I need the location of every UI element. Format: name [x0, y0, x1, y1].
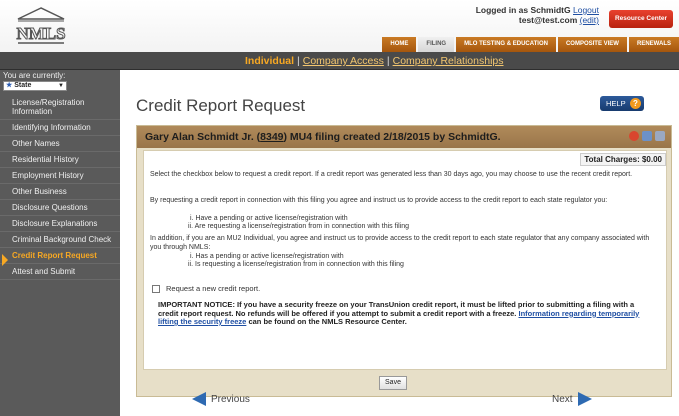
chevron-down-icon: ▼ [58, 83, 64, 89]
subnav-company-relationships[interactable]: Company Relationships [393, 55, 504, 67]
sidebar-item-other-names[interactable]: Other Names [0, 136, 120, 152]
sidebar-item-criminal-background-check[interactable]: Criminal Background Check [0, 232, 120, 248]
subnav-individual[interactable]: Individual [245, 55, 294, 67]
arrow-right-icon [577, 392, 592, 406]
panel-title: Gary Alan Schmidt Jr. (8349) MU4 filing … [145, 131, 501, 143]
agreement-paragraph: By requesting a credit report in connect… [150, 197, 608, 204]
subnav-separator: | [297, 55, 300, 67]
subnav-separator: | [386, 55, 390, 67]
sidebar-item-disclosure-explanations[interactable]: Disclosure Explanations [0, 216, 120, 232]
logged-in-text: Logged in as SchmidtG [475, 5, 571, 15]
credit-report-form: Total Charges: $0.00 Select the checkbox… [143, 150, 667, 370]
next-button[interactable]: Next [552, 392, 592, 406]
top-nav: HOME FILING MLO TESTING & EDUCATION COMP… [382, 37, 679, 52]
tab-mlo-testing[interactable]: MLO TESTING & EDUCATION [456, 37, 556, 52]
you-are-currently-label: You are currently: [3, 71, 66, 80]
panel-title-suffix: ) MU4 filing created 2/18/2015 by Schmid… [283, 131, 501, 143]
total-charges: Total Charges: $0.00 [580, 153, 666, 166]
mu2-item: i. Has a pending or active license/regis… [190, 253, 344, 260]
important-notice: IMPORTANT NOTICE: If you have a security… [158, 300, 648, 327]
sidebar-item-attest-and-submit[interactable]: Attest and Submit [0, 264, 120, 280]
question-icon: ? [630, 98, 641, 109]
sidebar-item-other-business[interactable]: Other Business [0, 184, 120, 200]
sidebar-item-credit-report-request[interactable]: Credit Report Request [0, 248, 120, 266]
sidebar-item-identifying-information[interactable]: Identifying Information [0, 120, 120, 136]
arrow-left-icon [192, 392, 206, 406]
panel-header: Gary Alan Schmidt Jr. (8349) MU4 filing … [137, 126, 671, 148]
header: NMLS Logged in as SchmidtG Logout test@t… [0, 0, 679, 52]
sidebar-item-residential-history[interactable]: Residential History [0, 152, 120, 168]
request-credit-report-label[interactable]: Request a new credit report. [166, 284, 260, 293]
previous-label: Previous [211, 393, 250, 405]
panel-title-prefix: Gary Alan Schmidt Jr. ( [145, 131, 261, 143]
tab-renewals[interactable]: RENEWALS [628, 37, 679, 52]
sidebar-item-employment-history[interactable]: Employment History [0, 168, 120, 184]
login-info: Logged in as SchmidtG Logout test@test.c… [476, 5, 599, 25]
user-email: test@test.com [518, 15, 578, 25]
star-icon: ★ [6, 82, 13, 89]
logout-link[interactable]: Logout [573, 5, 599, 15]
tab-composite-view[interactable]: COMPOSITE VIEW [557, 37, 627, 52]
state-dropdown-value: State [14, 82, 32, 89]
state-dropdown[interactable]: ★ State ▼ [3, 81, 67, 91]
sidebar-menu: License/Registration Information Identif… [0, 95, 120, 280]
sub-nav-bar: Individual | Company Access | Company Relati… [0, 52, 679, 70]
filing-panel: Gary Alan Schmidt Jr. (8349) MU4 filing … [136, 125, 672, 397]
mu2-paragraph: In addition, if you are an MU2 Individua… [150, 235, 650, 251]
mu2-item: ii. Is requesting a license/registration… [188, 261, 404, 268]
sidebar-item-disclosure-questions[interactable]: Disclosure Questions [0, 200, 120, 216]
agreement-item: i. Have a pending or active license/regi… [190, 215, 348, 222]
subnav-company-access[interactable]: Company Access [303, 55, 384, 67]
previous-button[interactable]: Previous [192, 392, 250, 406]
notice-tail: can be found on the NMLS Resource Center… [248, 317, 407, 326]
instructions-paragraph: Select the checkbox below to request a c… [150, 171, 633, 178]
save-button[interactable]: Save [379, 376, 407, 390]
panel-icons [629, 131, 665, 141]
individual-id-link[interactable]: 8349 [260, 131, 283, 143]
sidebar-item-license-registration[interactable]: License/Registration Information [0, 95, 120, 120]
sub-nav: Individual | Company Access | Company Relati… [245, 55, 504, 67]
svg-text:NMLS: NMLS [16, 24, 65, 43]
next-label: Next [552, 393, 573, 405]
page-title: Credit Report Request [136, 96, 306, 115]
sidebar: You are currently: ★ State ▼ License/Reg… [0, 70, 120, 416]
request-credit-report-checkbox[interactable] [152, 284, 160, 293]
agreement-item: ii. Are requesting a license/registratio… [188, 223, 409, 230]
sidebar-item-label: Credit Report Request [12, 251, 97, 260]
cancel-filing-icon[interactable] [629, 131, 639, 141]
resource-center-button[interactable]: Resource Center [609, 10, 673, 28]
help-button-label: HELP [606, 99, 626, 108]
tab-filing[interactable]: FILING [418, 37, 455, 52]
help-button[interactable]: HELP ? [600, 96, 644, 111]
main-content: Credit Report Request HELP ? Gary Alan S… [120, 70, 679, 416]
edit-email-link[interactable]: (edit) [580, 15, 599, 25]
request-credit-report-row: Request a new credit report. [152, 284, 260, 293]
tab-home[interactable]: HOME [382, 37, 417, 52]
documents-icon[interactable] [655, 131, 665, 141]
nmls-logo[interactable]: NMLS [14, 6, 68, 46]
grid-icon[interactable] [642, 131, 652, 141]
